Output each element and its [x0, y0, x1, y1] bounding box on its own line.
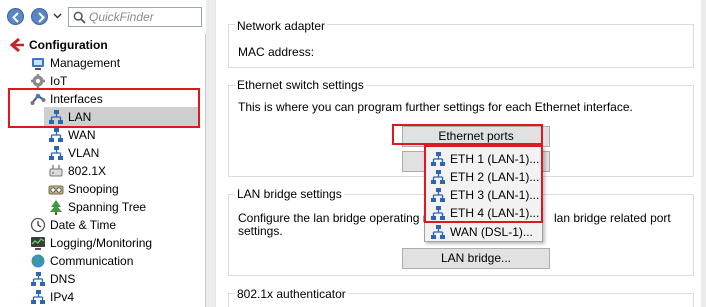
network-icon: [31, 290, 45, 304]
config-back-icon: [9, 37, 24, 53]
monitoring-icon: [31, 237, 45, 250]
quickfinder-search[interactable]: [68, 7, 202, 27]
mac-address-label: MAC address:: [238, 45, 315, 59]
device-icon: [49, 165, 63, 177]
search-input[interactable]: [89, 9, 199, 25]
gear-icon: [31, 74, 45, 88]
tree-icon: [50, 200, 62, 215]
lan-bridge-title: LAN bridge settings: [235, 187, 344, 201]
navigation-panel: Configuration Management IoT Interfaces …: [0, 0, 206, 307]
network-icon: [49, 128, 63, 142]
network-icon: [431, 225, 445, 239]
snooping-icon: [48, 185, 64, 195]
highlight-box-eth-items: [424, 145, 543, 223]
network-adapter-title: Network adapter: [235, 19, 328, 33]
clock-icon: [30, 217, 46, 233]
highlight-box-ethernet-ports: [392, 124, 543, 145]
back-arrow-icon[interactable]: [7, 8, 24, 25]
lan-bridge-description-end: lan bridge related port: [554, 211, 671, 225]
toolbar: [0, 0, 206, 34]
forward-arrow-icon[interactable]: [31, 8, 48, 25]
globe-icon: [31, 254, 45, 268]
network-icon: [31, 272, 45, 286]
ethernet-switch-description: This is where you can program further se…: [238, 100, 633, 114]
management-icon: [32, 58, 44, 70]
lan-bridge-description-line2: settings.: [238, 224, 283, 238]
lan-bridge-button[interactable]: LAN bridge...: [402, 248, 550, 269]
search-icon: [73, 11, 86, 24]
highlight-box-interfaces: [8, 88, 200, 128]
ethernet-switch-title: Ethernet switch settings: [235, 78, 366, 92]
network-icon: [49, 146, 63, 160]
menu-item-wan[interactable]: WAN (DSL-1)...: [427, 223, 540, 241]
chevron-down-icon[interactable]: [53, 11, 62, 20]
authenticator-title: 802.1x authenticator: [235, 287, 348, 301]
